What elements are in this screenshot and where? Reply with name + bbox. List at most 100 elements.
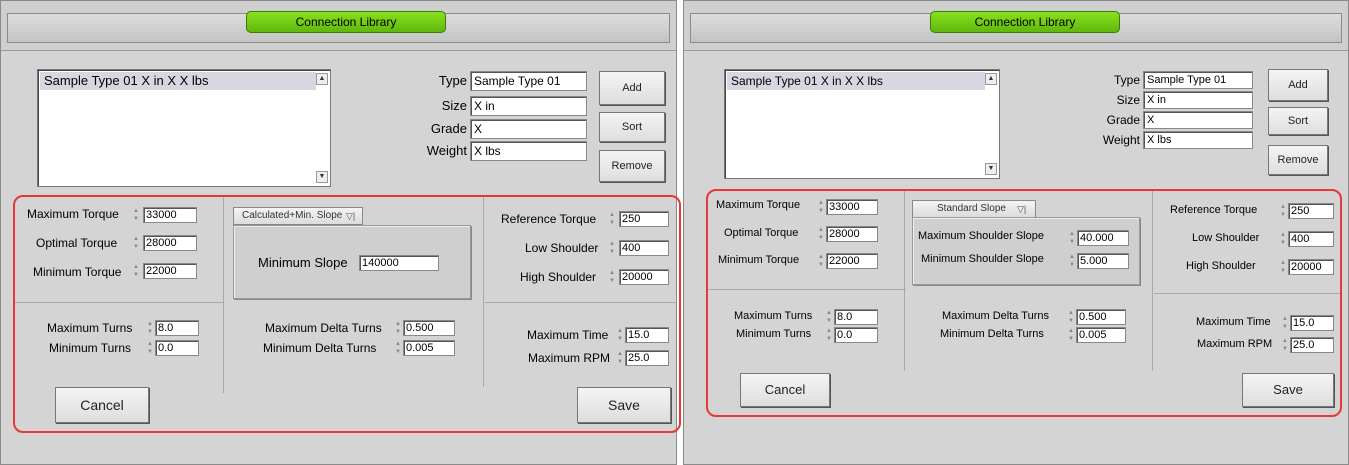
spin-arrows-icon[interactable]: ▲ ▼ [816,226,826,242]
min-delta-turns-input[interactable]: 0.005 [1076,327,1126,343]
spin-arrows-icon[interactable]: ▲ ▼ [615,350,625,366]
spin-arrows-icon[interactable]: ▲ ▼ [824,327,834,343]
ref-torque-input[interactable]: 250 [1288,203,1334,219]
add-button[interactable]: Add [599,71,665,105]
spin-arrows-icon[interactable]: ▲ ▼ [1280,315,1290,331]
min-delta-turns-input[interactable]: 0.005 [403,340,455,356]
max-delta-turns-input[interactable]: 0.500 [1076,309,1126,325]
spin-arrows-icon[interactable]: ▲ ▼ [1067,253,1077,269]
cancel-button[interactable]: Cancel [740,373,830,407]
weight-field[interactable]: X lbs [470,141,587,161]
spin-arrows-icon[interactable]: ▲ ▼ [824,309,834,325]
ref-torque-input[interactable]: 250 [619,211,669,227]
title-pill: Connection Library [930,11,1120,33]
remove-button[interactable]: Remove [599,150,665,182]
spin-arrows-icon[interactable]: ▲ ▼ [131,235,141,251]
high-shoulder-input[interactable]: 20000 [1288,259,1334,275]
spin-arrows-icon[interactable]: ▲ ▼ [1278,203,1288,219]
opt-torque-label: Optimal Torque [724,227,799,239]
grade-label: Grade [1106,113,1140,127]
size-field[interactable]: X in [470,96,587,116]
add-button[interactable]: Add [1268,69,1328,101]
spin-arrows-icon[interactable]: ▲ ▼ [131,263,141,279]
min-turns-input[interactable]: 0.0 [155,340,199,356]
spin-arrows-icon[interactable]: ▲ ▼ [1278,231,1288,247]
min-torque-label: Minimum Torque [718,254,800,266]
list-item[interactable]: Sample Type 01 X in X X lbs [40,72,316,90]
spin-arrows-icon[interactable]: ▲ ▼ [393,340,403,356]
type-label: Type [1113,73,1140,87]
scroll-up-icon[interactable]: ▲ [316,73,328,85]
type-field[interactable]: Sample Type 01 [470,71,587,91]
spin-arrows-icon[interactable]: ▲ ▼ [1066,309,1076,325]
spin-arrows-icon[interactable]: ▲ ▼ [607,211,617,227]
connection-listbox[interactable]: Sample Type 01 X in X X lbs ▲ ▼ [724,69,1000,179]
spin-arrows-icon[interactable]: ▲ ▼ [1278,259,1288,275]
type-field[interactable]: Sample Type 01 [1143,71,1253,89]
left-panel: Connection Library Sample Type 01 X in X… [0,0,681,465]
spin-arrows-icon[interactable]: ▲ ▼ [607,240,617,256]
save-button[interactable]: Save [577,387,671,423]
low-shoulder-input[interactable]: 400 [1288,231,1334,247]
list-item[interactable]: Sample Type 01 X in X X lbs [727,72,985,90]
opt-torque-label: Optimal Torque [36,236,118,250]
spin-arrows-icon[interactable]: ▲ ▼ [1280,337,1290,353]
min-torque-input[interactable]: 22000 [143,263,197,279]
spin-arrows-icon[interactable]: ▲ ▼ [393,320,403,336]
weight-label: Weight [1102,133,1140,147]
spin-arrows-icon[interactable]: ▲ ▼ [145,340,155,356]
spin-arrows-icon[interactable]: ▲ ▼ [131,207,141,223]
sort-button[interactable]: Sort [1268,107,1328,135]
opt-torque-input[interactable]: 28000 [143,235,197,251]
spin-arrows-icon[interactable]: ▲ ▼ [1066,327,1076,343]
min-slope-input[interactable]: 140000 [359,255,439,271]
slope-mode-dropdown[interactable]: Calculated+Min. Slope ▽| [233,207,363,225]
max-time-label: Maximum Time [527,328,609,342]
min-shoulder-slope-input[interactable]: 5.000 [1077,253,1129,269]
right-panel: Connection Library Sample Type 01 X in X… [683,0,1349,465]
size-label: Size [1116,93,1140,107]
connection-listbox[interactable]: Sample Type 01 X in X X lbs ▲ ▼ [37,69,331,187]
slope-mode-value: Standard Slope [937,203,1006,214]
spin-arrows-icon[interactable]: ▲ ▼ [816,199,826,215]
max-turns-input[interactable]: 8.0 [834,309,878,325]
spin-arrows-icon[interactable]: ▲ ▼ [145,320,155,336]
spin-arrows-icon[interactable]: ▲ ▼ [816,253,826,269]
min-turns-input[interactable]: 0.0 [834,327,878,343]
grade-label: Grade [430,121,467,136]
low-shoulder-input[interactable]: 400 [619,240,669,256]
max-delta-turns-input[interactable]: 0.500 [403,320,455,336]
max-rpm-input[interactable]: 25.0 [625,350,669,366]
cancel-button[interactable]: Cancel [55,387,149,423]
max-rpm-input[interactable]: 25.0 [1290,337,1334,353]
slope-mode-dropdown[interactable]: Standard Slope ▽| [912,200,1036,218]
scroll-down-icon[interactable]: ▼ [985,163,997,175]
max-torque-input[interactable]: 33000 [826,199,878,215]
sort-button[interactable]: Sort [599,112,665,142]
high-shoulder-input[interactable]: 20000 [619,269,669,285]
max-rpm-label: Maximum RPM [528,351,611,365]
max-turns-input[interactable]: 8.0 [155,320,199,336]
max-time-input[interactable]: 15.0 [625,327,669,343]
weight-field[interactable]: X lbs [1143,131,1253,149]
max-delta-turns-label: Maximum Delta Turns [265,321,382,335]
size-field[interactable]: X in [1143,91,1253,109]
min-turns-label: Minimum Turns [49,341,132,355]
max-time-input[interactable]: 15.0 [1290,315,1334,331]
save-button[interactable]: Save [1242,373,1334,407]
opt-torque-input[interactable]: 28000 [826,226,878,242]
spin-arrows-icon[interactable]: ▲ ▼ [1067,230,1077,246]
type-label: Type [438,73,467,88]
max-torque-input[interactable]: 33000 [143,207,197,223]
grade-field[interactable]: X [1143,111,1253,129]
spin-arrows-icon[interactable]: ▲ ▼ [615,327,625,343]
scroll-up-icon[interactable]: ▲ [985,73,997,85]
spin-arrows-icon[interactable]: ▲ ▼ [607,269,617,285]
scroll-down-icon[interactable]: ▼ [316,171,328,183]
grade-field[interactable]: X [470,119,587,139]
slope-mode-value: Calculated+Min. Slope [242,210,343,221]
ref-torque-label: Reference Torque [501,212,597,226]
max-shoulder-slope-input[interactable]: 40.000 [1077,230,1129,246]
min-torque-input[interactable]: 22000 [826,253,878,269]
remove-button[interactable]: Remove [1268,145,1328,175]
